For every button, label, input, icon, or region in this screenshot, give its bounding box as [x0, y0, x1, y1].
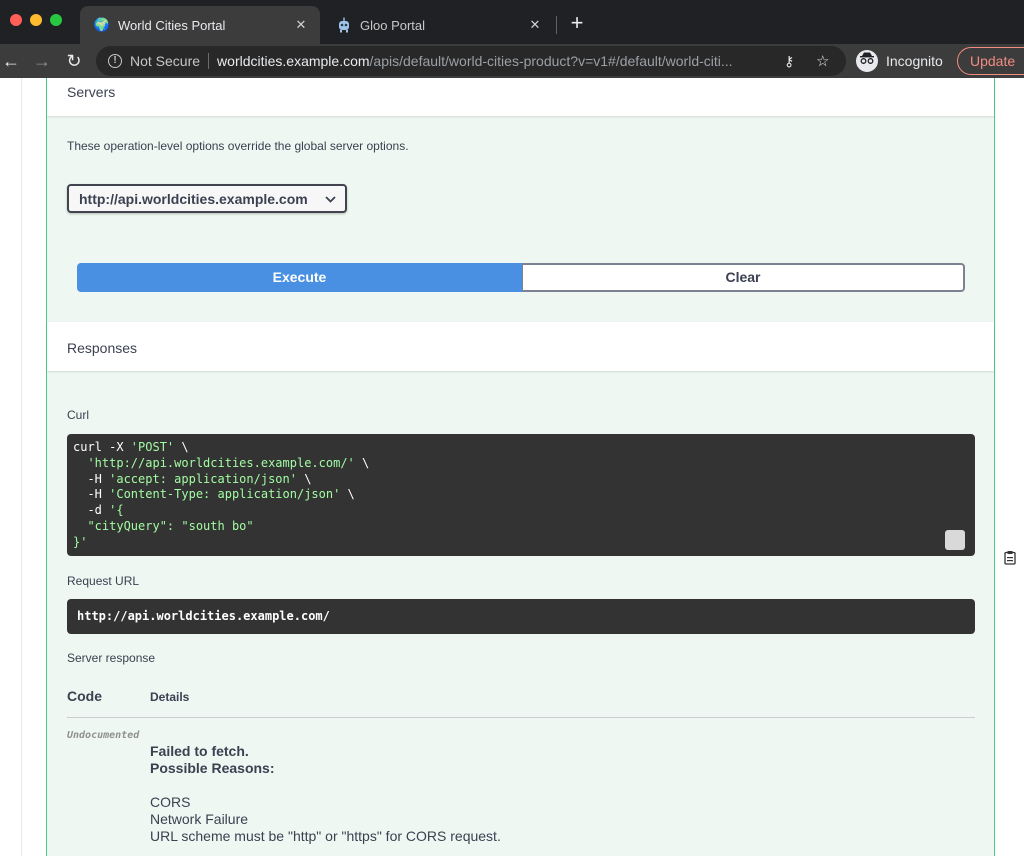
address-divider — [208, 53, 210, 69]
reload-icon[interactable]: ↻ — [63, 50, 85, 72]
reason-item: URL scheme must be "http" or "https" for… — [150, 828, 501, 844]
response-details: Failed to fetch. Possible Reasons: CORS … — [150, 743, 501, 845]
update-button[interactable]: Update — [957, 47, 1024, 75]
response-table-divider — [67, 717, 975, 718]
address-bar[interactable]: ! Not Secure worldcities.example.com/api… — [96, 46, 846, 76]
tab-close-icon[interactable]: ✕ — [524, 17, 546, 33]
response-code-header: Code — [67, 688, 102, 704]
tab-title: World Cities Portal — [118, 17, 226, 33]
incognito-indicator[interactable]: Incognito — [856, 48, 943, 74]
browser-tab-bar: 🌍 World Cities Portal ✕ Gloo Portal ✕ + — [0, 0, 1024, 44]
servers-override-note: These operation-level options override t… — [67, 139, 409, 153]
warning-icon[interactable]: ! — [108, 54, 122, 68]
servers-title: Servers — [67, 84, 116, 100]
possible-reasons-title: Possible Reasons: — [150, 760, 275, 776]
error-title: Failed to fetch. — [150, 743, 249, 759]
url-host: worldcities.example.com — [217, 53, 370, 69]
url-text[interactable]: worldcities.example.com/apis/default/wor… — [217, 53, 772, 69]
browser-toolbar: ← → ↻ ! Not Secure worldcities.example.c… — [0, 44, 1024, 78]
servers-header: Servers — [47, 78, 994, 116]
window-close-button[interactable] — [10, 14, 22, 26]
gloo-bot-icon — [336, 17, 352, 33]
bookmark-star-icon[interactable]: ☆ — [816, 52, 832, 70]
copy-to-clipboard-icon[interactable] — [945, 530, 1016, 565]
operation-block: Servers These operation-level options ov… — [46, 78, 1016, 856]
key-icon[interactable]: ⚷ — [784, 53, 800, 70]
incognito-label: Incognito — [886, 53, 943, 69]
new-tab-button[interactable]: + — [566, 12, 588, 34]
tab-close-icon[interactable]: ✕ — [290, 17, 312, 33]
tab-gloo-portal[interactable]: Gloo Portal ✕ — [322, 6, 554, 44]
reason-item: Network Failure — [150, 811, 249, 827]
window-maximize-button[interactable] — [50, 14, 62, 26]
security-status[interactable]: Not Secure — [130, 53, 200, 69]
window-minimize-button[interactable] — [30, 14, 42, 26]
curl-label: Curl — [67, 408, 90, 422]
server-select-value: http://api.worldcities.example.com — [79, 190, 308, 207]
tab-title: Gloo Portal — [360, 17, 426, 33]
server-response-label: Server response — [67, 651, 156, 665]
clear-button[interactable]: Clear — [522, 263, 965, 292]
globe-icon: 🌍 — [93, 17, 111, 32]
responses-header: Responses — [47, 322, 994, 371]
back-arrow-icon[interactable]: ← — [0, 50, 22, 72]
incognito-icon — [856, 50, 878, 72]
chevron-down-icon — [315, 192, 345, 206]
execute-actions: Execute Clear — [77, 263, 965, 292]
page-content: Servers These operation-level options ov… — [0, 78, 1024, 856]
page-left-border — [21, 78, 22, 856]
tab-world-cities-portal[interactable]: 🌍 World Cities Portal ✕ — [80, 6, 320, 44]
responses-title: Responses — [67, 340, 138, 356]
server-select[interactable]: http://api.worldcities.example.com — [67, 184, 347, 213]
execute-button[interactable]: Execute — [77, 263, 522, 292]
url-path: /apis/default/world-cities-product?v=v1#… — [369, 53, 733, 69]
request-url-label: Request URL — [67, 574, 140, 588]
tab-separator — [556, 16, 557, 34]
response-code-value: Undocumented — [67, 730, 140, 741]
curl-code-block[interactable]: curl -X 'POST' \ 'http://api.worldcities… — [67, 434, 1016, 565]
request-url-block[interactable]: http://api.worldcities.example.com/ — [67, 599, 975, 634]
forward-arrow-icon[interactable]: → — [31, 50, 53, 72]
response-details-header: Details — [150, 690, 190, 704]
reason-item: CORS — [150, 794, 191, 810]
